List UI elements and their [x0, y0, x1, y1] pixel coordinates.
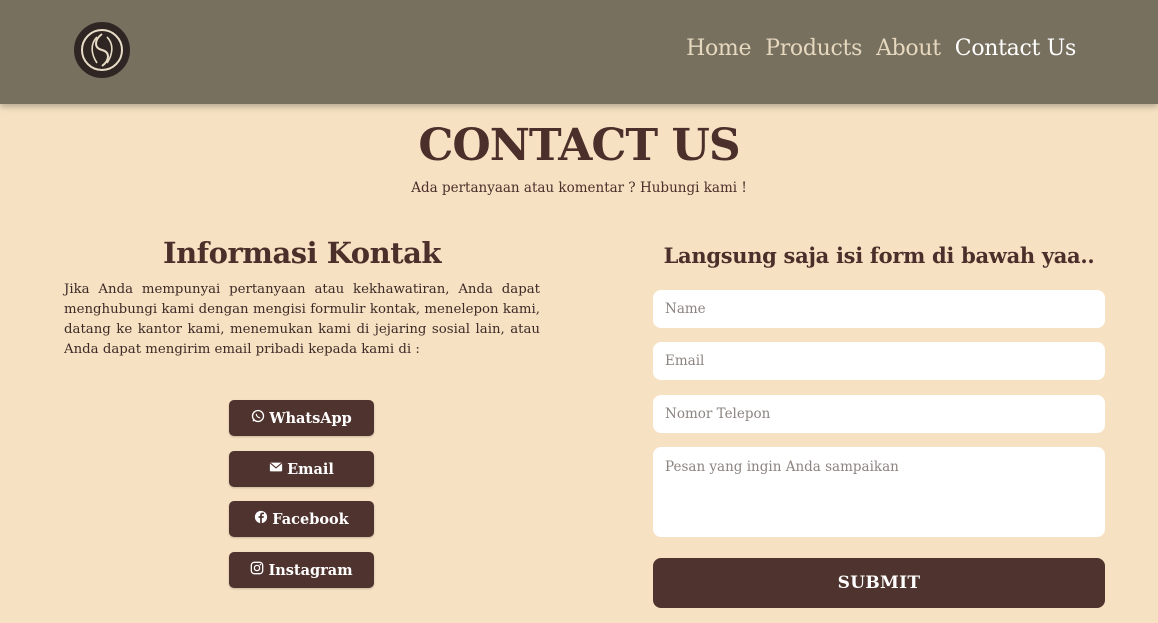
navbar: Home Products About Contact Us	[0, 0, 1158, 104]
submit-button[interactable]: SUBMIT	[653, 558, 1105, 608]
whatsapp-button[interactable]: WhatsApp	[229, 400, 374, 436]
page-subtitle: Ada pertanyaan atau komentar ? Hubungi k…	[411, 180, 747, 196]
message-textarea[interactable]	[653, 447, 1105, 537]
form-title: Langsung saja isi form di bawah yaa..	[663, 243, 1095, 268]
nav-link-products[interactable]: Products	[765, 36, 862, 61]
nav-menu: Home Products About Contact Us	[686, 36, 1076, 61]
logo-icon[interactable]	[74, 22, 130, 78]
facebook-button[interactable]: Facebook	[229, 501, 374, 537]
whatsapp-icon	[251, 409, 265, 427]
instagram-icon	[250, 561, 264, 579]
instagram-button[interactable]: Instagram	[229, 552, 374, 588]
page-title: CONTACT US	[418, 120, 740, 171]
name-input[interactable]	[653, 290, 1105, 328]
phone-input[interactable]	[653, 395, 1105, 433]
nav-link-about[interactable]: About	[876, 36, 941, 61]
email-input[interactable]	[653, 342, 1105, 380]
contact-info-text: Jika Anda mempunyai pertanyaan atau kekh…	[64, 282, 540, 357]
contact-info-title: Informasi Kontak	[163, 236, 441, 270]
nav-link-contact-us[interactable]: Contact Us	[955, 36, 1077, 61]
facebook-label: Facebook	[272, 510, 349, 528]
facebook-icon	[254, 510, 268, 528]
whatsapp-label: WhatsApp	[269, 409, 352, 427]
nav-link-home[interactable]: Home	[686, 36, 751, 61]
envelope-icon	[269, 460, 283, 478]
email-button[interactable]: Email	[229, 451, 374, 487]
email-label: Email	[287, 460, 334, 478]
instagram-label: Instagram	[268, 561, 353, 579]
